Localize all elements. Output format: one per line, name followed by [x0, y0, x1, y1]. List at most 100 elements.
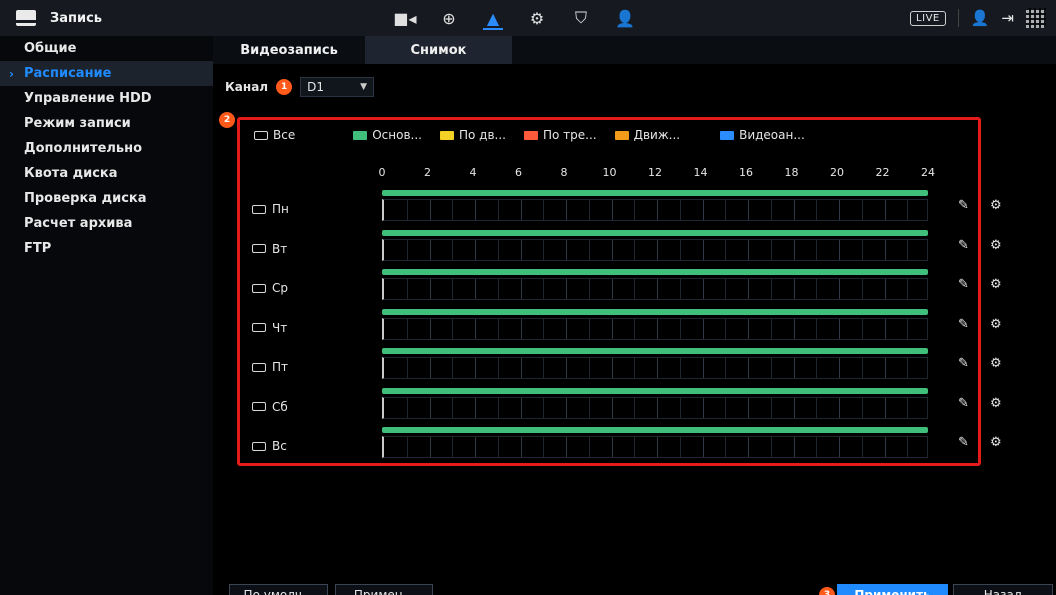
schedule-panel: Все Основ... По дв... По тре... Движ... … — [237, 117, 1002, 466]
grid-line — [793, 397, 795, 418]
edit-pencil-icon[interactable]: ✎ — [958, 238, 969, 253]
gear-icon[interactable]: ⚙ — [990, 277, 1002, 292]
sidebar-item-ftp[interactable]: FTP — [0, 236, 213, 261]
time-tick-label: 2 — [424, 166, 431, 179]
day-label: Чт — [272, 320, 288, 335]
default-button[interactable]: По умолч... — [229, 584, 328, 595]
sidebar-item-archive-calc[interactable]: Расчет архива — [0, 211, 213, 236]
schedule-bar — [382, 269, 928, 275]
day-toggle[interactable]: Вт — [252, 242, 287, 256]
account-icon[interactable]: 👤 — [603, 0, 647, 36]
top-right-tools: LIVE 👤 ⇥ — [910, 0, 1046, 36]
checkbox-icon — [252, 283, 266, 293]
legend-motion-detect[interactable]: Движ... — [614, 128, 680, 142]
storage-icon[interactable]: ▲ — [471, 0, 515, 36]
grid-line — [839, 200, 840, 220]
grid-line — [634, 279, 636, 299]
gear-icon[interactable]: ⚙ — [990, 238, 1002, 253]
grid-line — [543, 318, 545, 339]
sidebar-item-disk-quota[interactable]: Квота диска — [0, 161, 213, 186]
sidebar-item-hdd-management[interactable]: Управление HDD — [0, 86, 213, 111]
day-timeline[interactable] — [382, 308, 928, 345]
gear-icon[interactable]: ⚙ — [990, 317, 1002, 332]
gear-icon[interactable]: ⚙ — [990, 198, 1002, 213]
sidebar-item-disk-check[interactable]: Проверка диска — [0, 186, 213, 211]
logout-icon[interactable]: ⇥ — [1001, 9, 1014, 27]
schedule-row: Чт ✎ ⚙ — [252, 308, 1002, 345]
select-all-toggle[interactable]: Все — [254, 128, 295, 142]
edit-pencil-icon[interactable]: ✎ — [958, 356, 969, 371]
time-tick-label: 22 — [875, 166, 890, 179]
grid-line — [679, 279, 681, 299]
edit-pencil-icon[interactable]: ✎ — [958, 435, 969, 450]
grid-line — [816, 397, 818, 418]
edit-pencil-icon[interactable]: ✎ — [958, 198, 969, 213]
day-timeline[interactable] — [382, 387, 928, 424]
day-toggle[interactable]: Вс — [252, 439, 287, 453]
day-toggle[interactable]: Пт — [252, 360, 288, 374]
schedule-row: Вс ✎ ⚙ — [252, 427, 1002, 463]
schedule-bar — [382, 190, 928, 196]
grid-line — [861, 358, 863, 378]
sidebar-item-record-mode[interactable]: Режим записи — [0, 111, 213, 136]
gear-icon[interactable]: ⚙ — [990, 356, 1002, 371]
edit-pencil-icon[interactable]: ✎ — [958, 317, 969, 332]
time-tick-label: 16 — [739, 166, 753, 179]
day-timeline[interactable] — [382, 269, 928, 305]
grid-line — [725, 279, 727, 299]
grid-line — [588, 437, 590, 457]
grid-line — [543, 437, 545, 457]
grid-line — [543, 239, 545, 260]
sidebar-item-advanced[interactable]: Дополнительно — [0, 136, 213, 161]
edit-pencil-icon[interactable]: ✎ — [958, 396, 969, 411]
day-toggle[interactable]: Пн — [252, 202, 289, 216]
security-icon[interactable]: ⛉ — [559, 0, 603, 36]
grid-line — [884, 318, 886, 339]
grid-line — [884, 200, 886, 220]
sidebar-item-general[interactable]: Общие — [0, 36, 213, 61]
back-button[interactable]: Назад — [953, 584, 1053, 595]
edit-pencil-icon[interactable]: ✎ — [958, 277, 969, 292]
day-timeline[interactable] — [382, 229, 928, 266]
apply-button[interactable]: Применить — [837, 584, 948, 595]
day-toggle[interactable]: Чт — [252, 321, 287, 335]
day-timeline[interactable] — [382, 190, 928, 226]
motion-color-swatch — [439, 130, 454, 140]
schedule-bar — [382, 427, 928, 433]
day-timeline[interactable] — [382, 427, 928, 463]
system-settings-icon[interactable]: ⚙ — [515, 0, 559, 36]
qr-code-icon[interactable] — [1026, 8, 1046, 28]
grid-line — [748, 437, 749, 457]
grid-line — [429, 239, 431, 260]
live-button[interactable]: LIVE — [910, 10, 946, 26]
camera-icon[interactable]: ■◂ — [383, 0, 427, 36]
user-icon[interactable]: 👤 — [971, 9, 990, 27]
grid-line — [452, 397, 454, 418]
grid-line — [634, 397, 636, 418]
grid-line — [748, 358, 749, 378]
gear-icon[interactable]: ⚙ — [990, 435, 1002, 450]
channel-select[interactable]: D1 ▼ — [300, 77, 375, 97]
copy-button[interactable]: Примен... — [335, 584, 433, 595]
grid-line — [475, 358, 476, 378]
grid-line — [588, 358, 590, 378]
day-toggle[interactable]: Ср — [252, 281, 288, 295]
tab-snapshot[interactable]: Снимок — [365, 36, 512, 64]
sidebar-item-schedule[interactable]: Расписание — [0, 61, 213, 86]
legend-general[interactable]: Основ... — [353, 128, 422, 142]
grid-line — [884, 437, 886, 457]
grid-line — [770, 318, 772, 339]
grid-line — [657, 200, 658, 220]
grid-line — [748, 279, 749, 299]
time-tick-label: 18 — [784, 166, 799, 179]
legend-alarm[interactable]: По тре... — [523, 128, 597, 142]
legend-motion[interactable]: По дв... — [439, 128, 506, 142]
network-icon[interactable]: ⊕ — [427, 0, 471, 36]
day-timeline[interactable] — [382, 348, 928, 384]
grid-line — [884, 239, 886, 260]
gear-icon[interactable]: ⚙ — [990, 396, 1002, 411]
tab-video-recording[interactable]: Видеозапись — [213, 36, 365, 64]
grid-line — [702, 318, 704, 339]
day-toggle[interactable]: Сб — [252, 400, 288, 414]
legend-video-analytics[interactable]: Видеоан... — [720, 128, 805, 142]
